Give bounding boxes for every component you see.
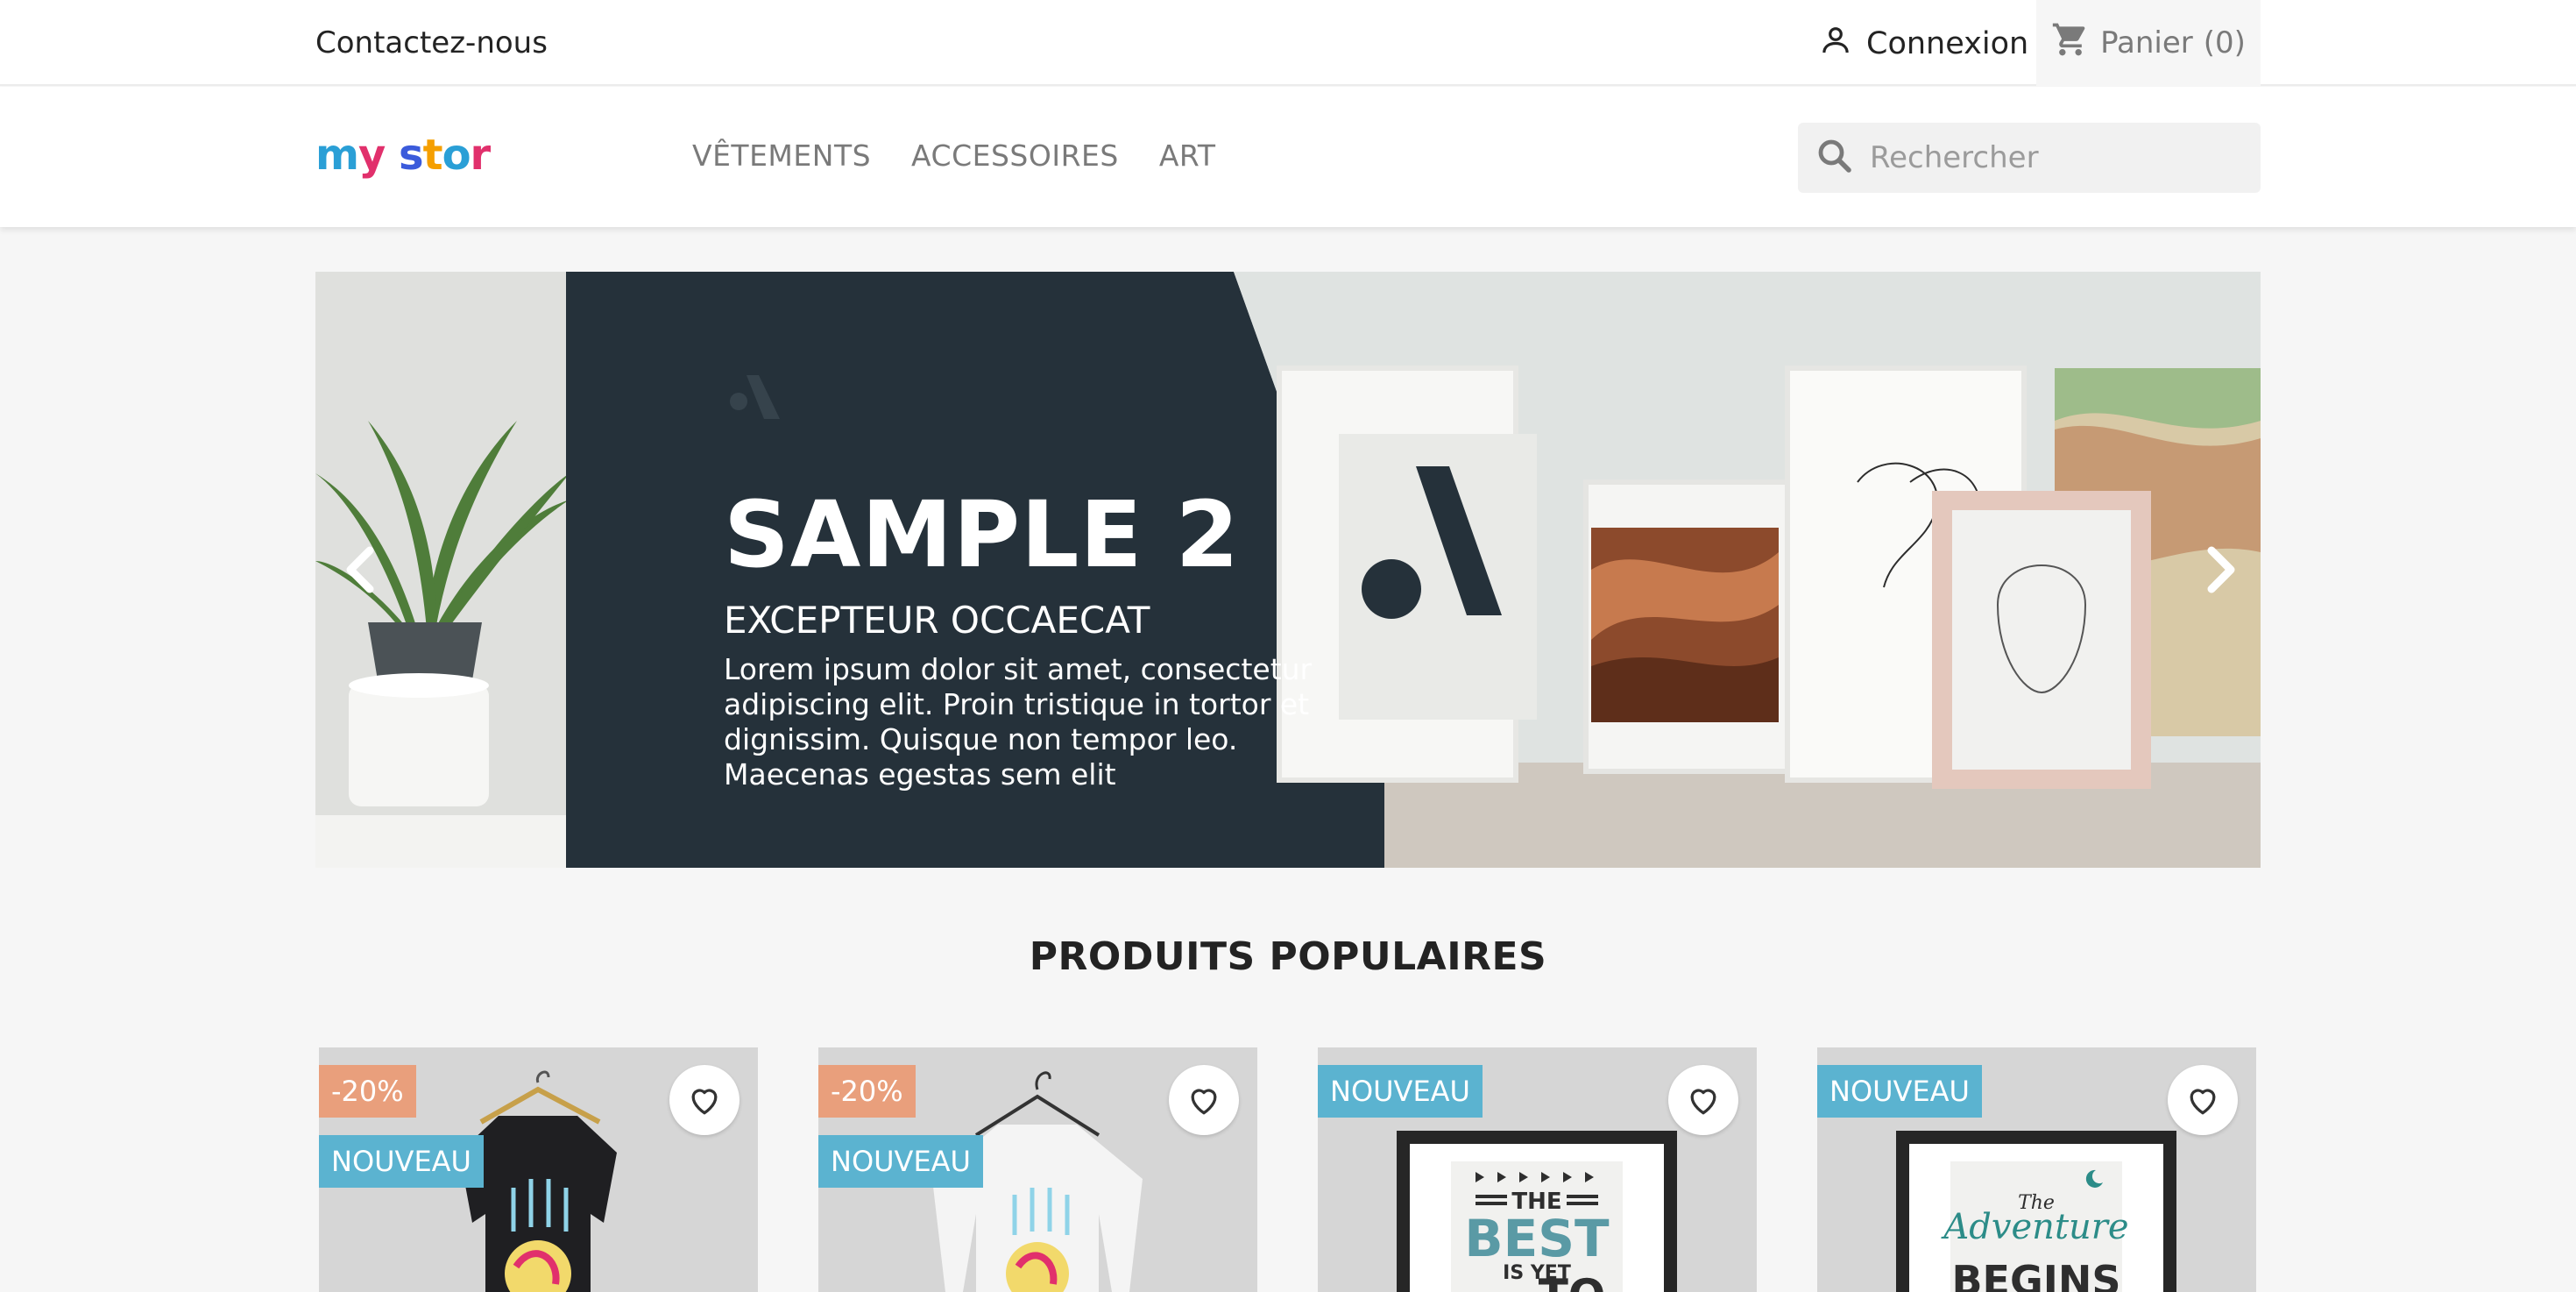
new-badge: NOUVEAU <box>1318 1065 1483 1118</box>
svg-text:TO: TO <box>1539 1270 1606 1292</box>
heart-icon <box>2190 1089 2216 1115</box>
hero-carousel: SAMPLE 2 EXCEPTEUR OCCAECAT Lorem ipsum … <box>315 272 2261 868</box>
new-badge: NOUVEAU <box>319 1135 484 1188</box>
new-badge: NOUVEAU <box>1817 1065 1982 1118</box>
product-card[interactable]: THE IS YET BEST TO NOUVEAU <box>1318 1047 1757 1292</box>
signin-label: Connexion <box>1866 26 2029 61</box>
top-bar: Contactez-nous Connexion Panier (0) <box>0 0 2576 86</box>
discount-badge: -20% <box>319 1065 416 1118</box>
search-input[interactable] <box>1870 140 2238 175</box>
wishlist-button[interactable] <box>2168 1065 2238 1135</box>
signin-link[interactable]: Connexion <box>1817 23 2028 65</box>
cart-button[interactable]: Panier (0) <box>2036 0 2261 86</box>
svg-text:my store: my store <box>315 131 491 180</box>
cart-icon <box>2051 20 2090 67</box>
new-badge: NOUVEAU <box>818 1135 983 1188</box>
slide-subtitle: EXCEPTEUR OCCAECAT <box>724 599 1150 642</box>
product-card[interactable]: -20% NOUVEAU <box>319 1047 758 1292</box>
slide-caption: SAMPLE 2 EXCEPTEUR OCCAECAT Lorem ipsum … <box>724 482 1320 792</box>
heart-icon <box>1191 1089 1217 1115</box>
chevron-left-icon <box>346 546 374 593</box>
svg-text:BEST: BEST <box>1464 1209 1610 1268</box>
contact-link[interactable]: Contactez-nous <box>315 23 548 63</box>
nav-item-art[interactable]: ART <box>1159 136 1216 176</box>
wishlist-button[interactable] <box>1169 1065 1239 1135</box>
wishlist-button[interactable] <box>669 1065 740 1135</box>
chevron-right-icon <box>2207 546 2235 593</box>
slide-title: SAMPLE 2 <box>724 481 1240 588</box>
main-header: my store VÊTEMENTS ACCESSOIRES ART <box>0 87 2576 227</box>
section-title: PRODUITS POPULAIRES <box>1029 934 1547 979</box>
product-card[interactable]: The Adventure BEGINS NOUVEAU <box>1817 1047 2256 1292</box>
cart-count: (0) <box>2203 25 2246 60</box>
person-icon <box>1817 22 1854 67</box>
main-nav: VÊTEMENTS ACCESSOIRES ART <box>692 136 1216 176</box>
discount-badge: -20% <box>818 1065 916 1118</box>
svg-text:BEGINS: BEGINS <box>1952 1257 2121 1292</box>
cart-label: Panier <box>2100 25 2193 60</box>
product-card[interactable]: -20% NOUVEAU <box>818 1047 1257 1292</box>
carousel-prev-button[interactable] <box>333 535 386 605</box>
slide-description: Lorem ipsum dolor sit amet, consectetur … <box>724 652 1313 792</box>
carousel-next-button[interactable] <box>2196 535 2248 605</box>
store-logo-image: my store <box>315 131 519 180</box>
wishlist-button[interactable] <box>1668 1065 1738 1135</box>
search-icon[interactable] <box>1798 135 1856 181</box>
nav-item-accessoires[interactable]: ACCESSOIRES <box>911 136 1119 176</box>
heart-icon <box>691 1089 718 1115</box>
svg-text:Adventure: Adventure <box>1940 1207 2128 1247</box>
nav-item-vetements[interactable]: VÊTEMENTS <box>692 136 871 176</box>
store-logo[interactable]: my store <box>315 127 519 188</box>
heart-icon <box>1690 1089 1716 1115</box>
search-box <box>1798 123 2261 193</box>
